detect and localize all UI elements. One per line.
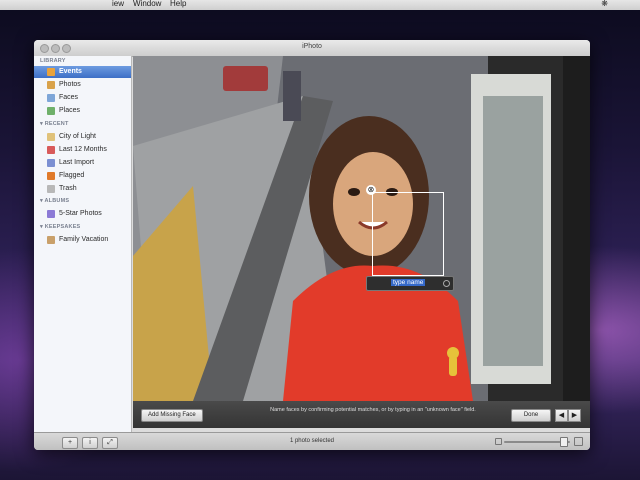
name-info-icon[interactable] (443, 280, 450, 287)
recent-header-label: RECENT (44, 121, 69, 127)
iphoto-window: iPhoto LIBRARY Events Photos Faces Place… (34, 40, 590, 450)
keepsakes-header-label: KEEPSAKES (44, 224, 81, 230)
sidebar-item-flagged[interactable]: Flagged (34, 170, 131, 182)
menu-help[interactable]: Help (170, 0, 186, 8)
library-header: LIBRARY (40, 58, 66, 64)
spotlight-icon[interactable]: ❋ (601, 0, 608, 8)
window-title: iPhoto (302, 43, 322, 50)
sidebar-item-label: Places (59, 107, 81, 114)
book-icon (47, 236, 55, 244)
face-name-field[interactable]: type name (366, 276, 454, 291)
places-icon (47, 107, 55, 115)
photo-image (133, 56, 590, 401)
sidebar-item-5-star-photos[interactable]: 5-Star Photos (34, 208, 131, 220)
recent-header: ▾ RECENT (40, 121, 69, 127)
sidebar-item-places[interactable]: Places (34, 105, 131, 117)
sidebar-item-last-import[interactable]: Last Import (34, 157, 131, 169)
sidebar-item-label: Last Import (59, 159, 95, 166)
sidebar-item-faces[interactable]: Faces (34, 92, 131, 104)
events-icon (47, 68, 55, 76)
sidebar-item-family-vacation[interactable]: Family Vacation (34, 234, 131, 246)
flag-icon (47, 172, 55, 180)
sidebar-item-label: Trash (59, 185, 77, 192)
face-rectangle[interactable] (372, 192, 444, 276)
import-icon (47, 159, 55, 167)
faces-icon (47, 94, 55, 102)
albums-header-label: ALBUMS (44, 198, 70, 204)
photos-icon (47, 81, 55, 89)
sidebar-item-trash[interactable]: Trash (34, 183, 131, 195)
albums-header: ▾ ALBUMS (40, 198, 70, 204)
event-icon (47, 133, 55, 141)
sidebar-item-label: Family Vacation (59, 236, 109, 243)
sidebar-item-label: Photos (59, 81, 81, 88)
sidebar-item-label: Last 12 Months (59, 146, 107, 153)
zoom-slider-thumb[interactable] (560, 437, 569, 447)
sidebar-item-city-of-light[interactable]: City of Light (34, 131, 131, 143)
calendar-icon (47, 146, 55, 154)
menu-view[interactable]: iew (112, 0, 124, 8)
title-bar: iPhoto (34, 40, 590, 57)
zoom-small-icon (495, 438, 502, 445)
photo-viewer[interactable] (133, 56, 590, 401)
status-bar: + i ⤢ 1 photo selected (34, 432, 590, 450)
zoom-large-icon (574, 437, 583, 446)
done-button[interactable]: Done (511, 409, 551, 422)
sidebar-item-last-12-months[interactable]: Last 12 Months (34, 144, 131, 156)
next-photo-button[interactable]: ▶ (568, 409, 581, 422)
smart-album-icon (47, 210, 55, 218)
add-missing-face-button[interactable]: Add Missing Face (141, 409, 203, 422)
sidebar-item-photos[interactable]: Photos (34, 79, 131, 91)
sidebar-item-label: 5-Star Photos (59, 210, 102, 217)
sidebar-item-label: Faces (59, 94, 79, 101)
sidebar-item-label: Events (59, 68, 82, 75)
faces-toolbar: Add Missing Face Name faces by confirmin… (133, 401, 590, 428)
sidebar-item-label: Flagged (59, 172, 85, 179)
menu-bar: iew Window Help ❋ (0, 0, 640, 10)
sidebar-item-events[interactable]: Events (34, 66, 131, 78)
instructions-text: Name faces by confirming potential match… (270, 407, 476, 413)
previous-photo-button[interactable]: ◀ (555, 409, 568, 422)
trash-icon (47, 185, 55, 193)
face-name-input[interactable]: type name (391, 279, 426, 286)
menu-window[interactable]: Window (133, 0, 161, 8)
keepsakes-header: ▾ KEEPSAKES (40, 224, 81, 230)
sidebar-item-label: City of Light (59, 133, 96, 140)
source-list: LIBRARY Events Photos Faces Places ▾ REC… (34, 56, 132, 432)
